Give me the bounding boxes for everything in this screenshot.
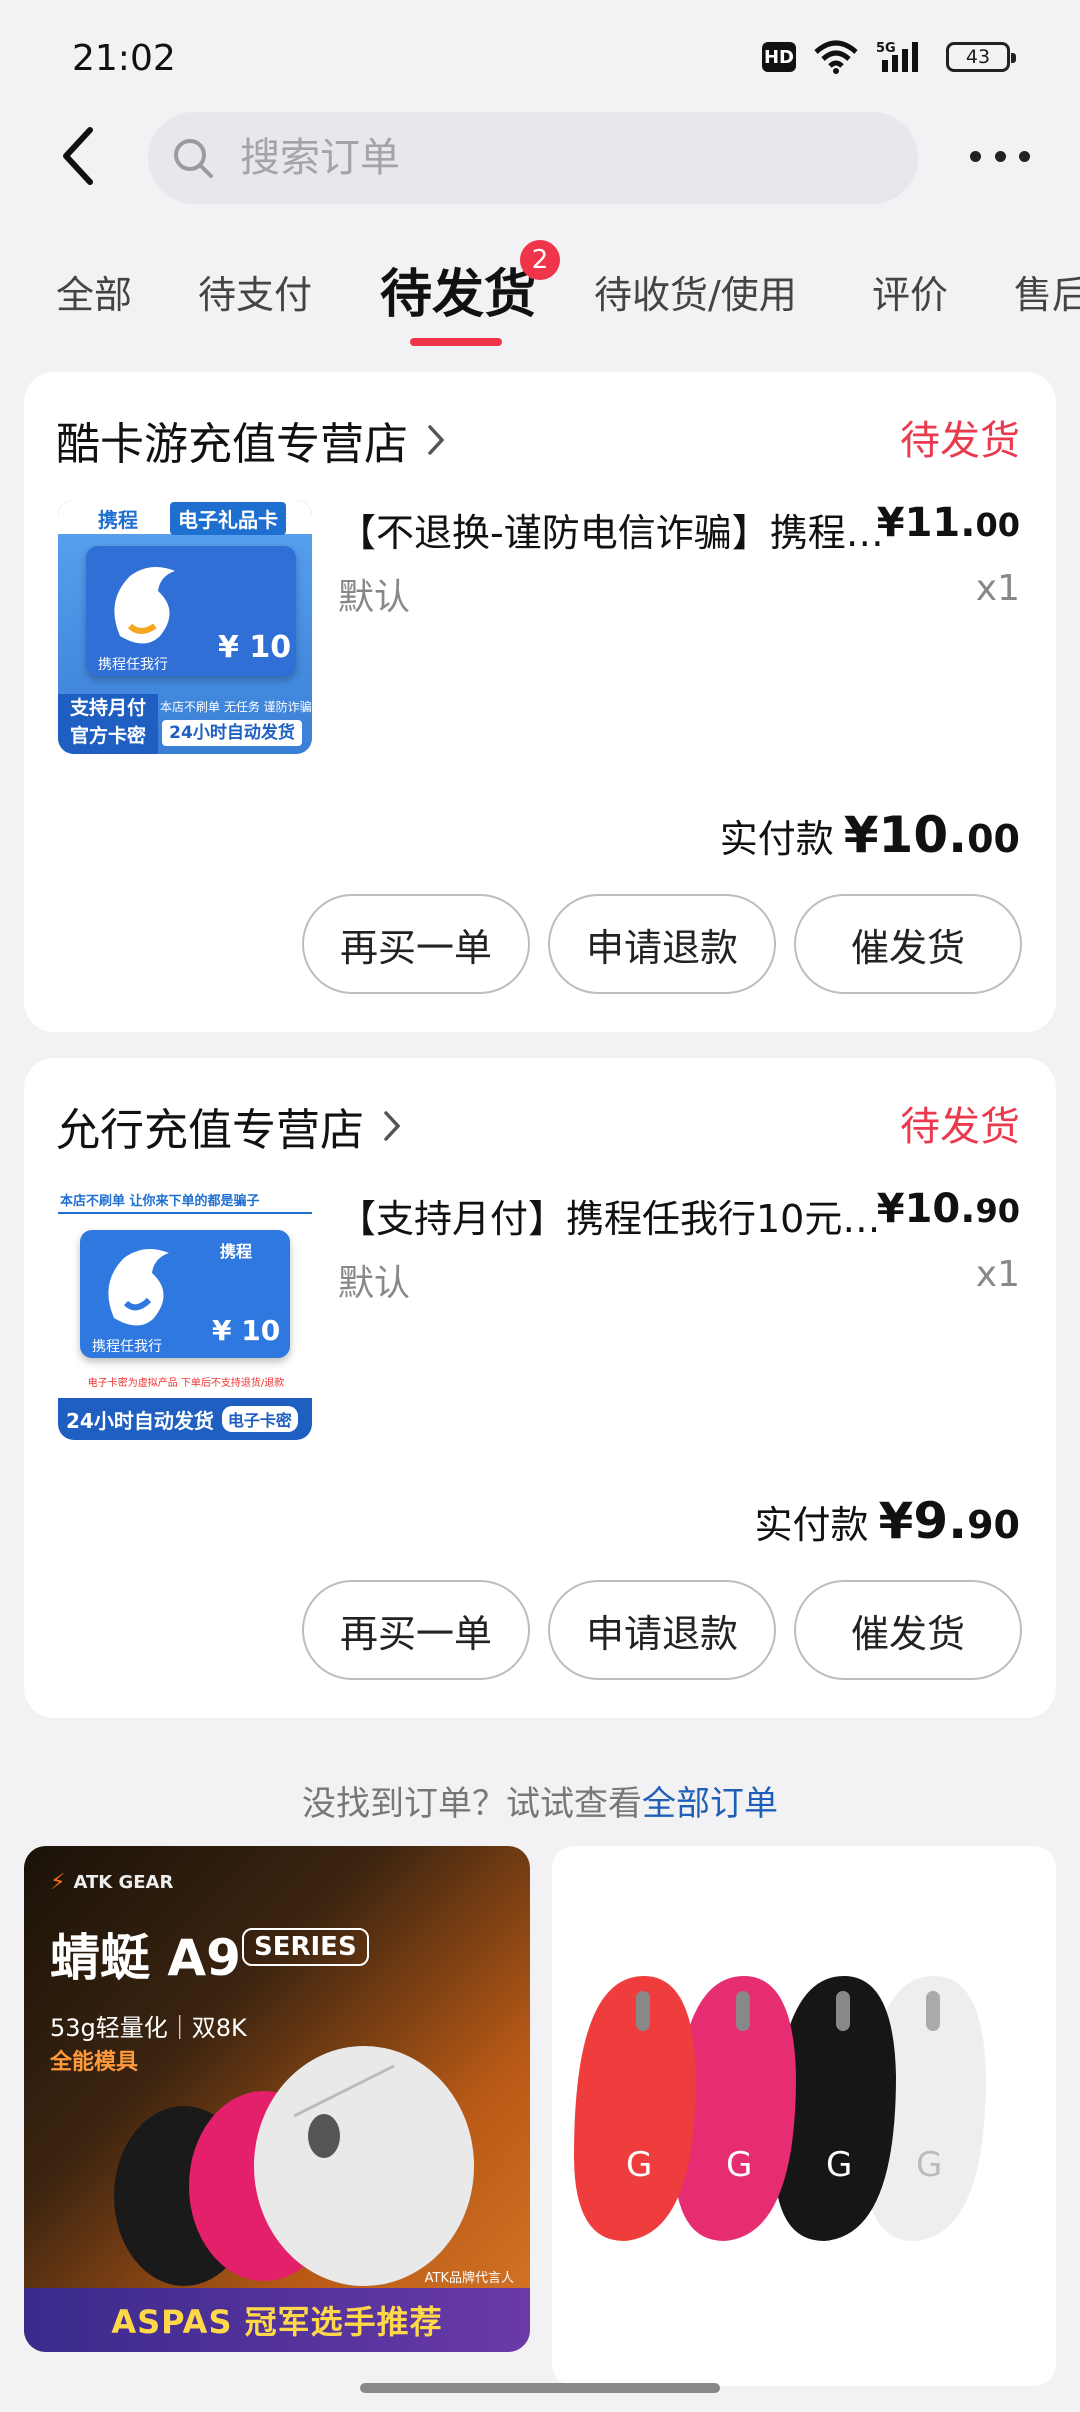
signal-5g-icon: 5G xyxy=(876,40,928,74)
order-card[interactable]: 酷卡游充值专营店 待发货 携程 电子礼品卡 ¥ 10 携程任我行 支持月付 官方卡… xyxy=(24,372,1056,1032)
order-actions: 再买一单 申请退款 催发货 xyxy=(302,894,1022,994)
tab-pending-receipt[interactable]: 待收货/使用 xyxy=(594,264,797,319)
product-quantity: x1 xyxy=(975,568,1020,609)
wifi-icon xyxy=(814,40,858,74)
product-price: ¥11.00 xyxy=(876,500,1020,546)
order-actions: 再买一单 申请退款 催发货 xyxy=(302,1580,1022,1680)
chevron-right-icon xyxy=(428,425,445,455)
search-bar[interactable] xyxy=(148,112,918,204)
more-options-icon[interactable] xyxy=(970,134,1030,178)
mice-lineup-image: G G G G xyxy=(574,1976,986,2241)
tab-badge: 2 xyxy=(520,240,560,280)
card-brand: 携程 xyxy=(220,1242,253,1261)
urge-shipment-button[interactable]: 催发货 xyxy=(794,1580,1022,1680)
gift-card-image: 携程 ¥ 10 携程任我行 xyxy=(80,1230,290,1358)
thumb-badge: 支持月付 官方卡密 xyxy=(58,694,158,754)
product-thumbnail[interactable]: 本店不刷单 让你来下单的都是骗子 携程 ¥ 10 携程任我行 电子卡密为虚拟产品… xyxy=(58,1186,312,1440)
atk-logo: ⚡ ATK GEAR xyxy=(50,1870,174,1895)
svg-text:G: G xyxy=(626,2145,652,2185)
request-refund-button[interactable]: 申请退款 xyxy=(548,894,776,994)
status-time: 21:02 xyxy=(72,38,176,79)
bolt-icon: ⚡ xyxy=(50,1870,66,1895)
thumb-small-notice: 电子卡密为虚拟产品 下单后不支持退货/退款 xyxy=(87,1378,285,1389)
paid-amount-row: 实付款 ¥10.00 xyxy=(720,806,1020,864)
search-input[interactable] xyxy=(240,135,800,181)
recommended-product[interactable]: ⚡ ATK GEAR 蜻蜓 A9 SERIES 53g轻量化｜双8K 全能模具 A… xyxy=(24,1846,530,2352)
product-quantity: x1 xyxy=(975,1254,1020,1295)
order-card[interactable]: 允行充值专营店 待发货 本店不刷单 让你来下单的都是骗子 携程 ¥ 10 携程任… xyxy=(24,1058,1056,1718)
not-found-hint: 没找到订单？试试查看全部订单 xyxy=(0,1776,1080,1825)
rec-title: 蜻蜓 A9 xyxy=(50,1929,241,1987)
thumb-card-type: 电子礼品卡 xyxy=(170,502,286,535)
svg-text:G: G xyxy=(726,2145,752,2185)
battery-icon: 43 xyxy=(946,42,1016,72)
store-name: 酷卡游充值专营店 xyxy=(56,419,408,470)
tab-after-sales[interactable]: 售后 xyxy=(1014,264,1080,319)
mouse-image xyxy=(114,2046,474,2286)
product-title[interactable]: 【支持月付】携程任我行10元礼品卡 xyxy=(338,1188,898,1243)
dolphin-logo-icon xyxy=(108,1249,169,1326)
paid-label: 实付款 xyxy=(754,1503,869,1547)
all-orders-link[interactable]: 全部订单 xyxy=(642,1784,778,1824)
search-icon xyxy=(174,139,213,178)
buy-again-button[interactable]: 再买一单 xyxy=(302,894,530,994)
chevron-left-icon xyxy=(63,127,93,185)
store-link[interactable]: 酷卡游充值专营店 xyxy=(56,408,446,472)
product-price: ¥10.90 xyxy=(876,1186,1020,1232)
paid-label: 实付款 xyxy=(719,817,834,861)
active-tab-indicator xyxy=(410,338,502,346)
dolphin-logo-icon xyxy=(114,567,175,644)
home-indicator[interactable] xyxy=(360,2383,720,2393)
series-tag: SERIES xyxy=(242,1928,369,1966)
product-spec: 默认 xyxy=(338,1263,411,1304)
thumb-delivery-bar: 24小时自动发货 电子卡密 xyxy=(58,1398,312,1440)
paid-amount-row: 实付款 ¥9.90 xyxy=(755,1492,1020,1550)
request-refund-button[interactable]: 申请退款 xyxy=(548,1580,776,1680)
chevron-right-icon xyxy=(384,1111,401,1141)
card-label: 携程任我行 xyxy=(92,1339,162,1355)
product-thumbnail[interactable]: 携程 电子礼品卡 ¥ 10 携程任我行 支持月付 官方卡密 本店不刷单 无任务 谨… xyxy=(58,500,312,754)
recommended-product[interactable]: G G G G xyxy=(552,1846,1056,2386)
paid-amount: ¥9.90 xyxy=(878,1492,1020,1550)
status-bar: 21:02 HD 5G 43 xyxy=(0,0,1080,120)
ambassador-label: ATK品牌代言人 xyxy=(424,2271,514,2286)
product-spec: 默认 xyxy=(338,577,411,618)
order-status: 待发货 xyxy=(900,1104,1020,1150)
rec-banner: ASPAS 冠军选手推荐 xyxy=(24,2288,530,2352)
gift-card-image: ¥ 10 携程任我行 xyxy=(86,546,296,676)
svg-text:G: G xyxy=(916,2145,942,2185)
back-button[interactable] xyxy=(48,120,108,192)
store-link[interactable]: 允行充值专营店 xyxy=(56,1094,402,1158)
thumb-delivery: 24小时自动发货 xyxy=(162,720,302,746)
order-tabs: 全部 待支付 待发货 2 待收货/使用 评价 售后 xyxy=(0,240,1080,360)
status-icons: HD 5G 43 xyxy=(762,40,1016,74)
hd-icon: HD xyxy=(762,42,796,72)
thumb-notice: 本店不刷单 无任务 谨防诈骗 xyxy=(160,700,312,714)
store-name: 允行充值专营店 xyxy=(56,1105,364,1156)
svg-text:G: G xyxy=(826,2145,852,2185)
thumb-top-notice: 本店不刷单 让你来下单的都是骗子 xyxy=(60,1194,260,1209)
tab-review[interactable]: 评价 xyxy=(872,264,948,319)
order-status: 待发货 xyxy=(900,418,1020,464)
product-title[interactable]: 【不退换-谨防电信诈骗】携程任我行礼品卡 xyxy=(338,502,898,557)
tab-pending-payment[interactable]: 待支付 xyxy=(198,264,312,319)
svg-text:5G: 5G xyxy=(876,41,896,56)
card-label: 携程任我行 xyxy=(98,657,168,673)
urge-shipment-button[interactable]: 催发货 xyxy=(794,894,1022,994)
thumb-brand: 携程 xyxy=(98,508,138,532)
tab-pending-shipment[interactable]: 待发货 xyxy=(380,252,536,327)
hint-text: 没找到订单？试试查看 xyxy=(302,1784,642,1824)
tab-all[interactable]: 全部 xyxy=(56,264,132,319)
card-amount: ¥ 10 xyxy=(212,1314,281,1347)
card-amount: ¥ 10 xyxy=(218,630,292,665)
paid-amount: ¥10.00 xyxy=(843,806,1020,864)
buy-again-button[interactable]: 再买一单 xyxy=(302,1580,530,1680)
